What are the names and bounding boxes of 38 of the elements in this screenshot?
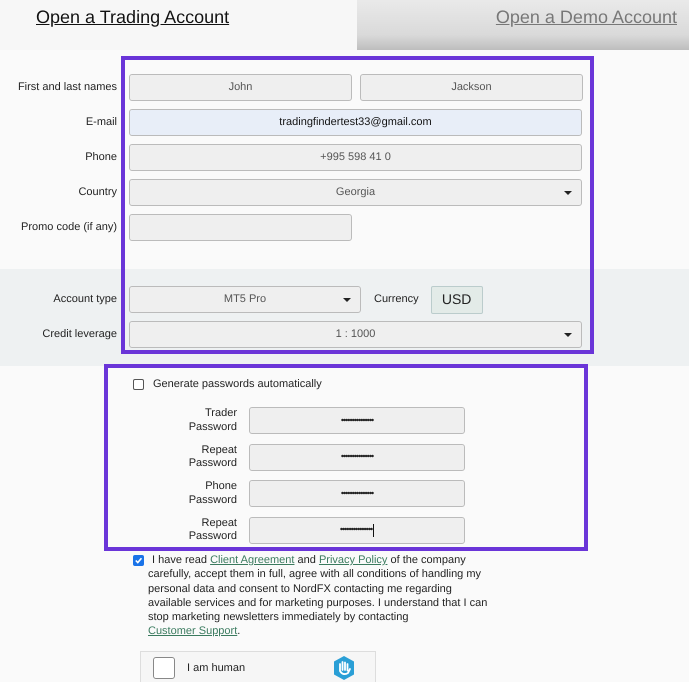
dropdown[interactable]: Georgia: [129, 179, 582, 206]
checkbox[interactable]: [133, 378, 144, 390]
field-label: Country: [77, 186, 117, 200]
caret-icon: [564, 191, 572, 195]
caret-icon: [343, 298, 351, 302]
checkbox[interactable]: [153, 656, 175, 679]
link[interactable]: Client Agreement: [210, 554, 294, 566]
input-field[interactable]: Jackson: [360, 74, 583, 101]
checkbox-label: Generate passwords automatically: [153, 376, 322, 392]
link[interactable]: Customer Support: [148, 625, 238, 638]
link[interactable]: Privacy Policy: [318, 554, 388, 566]
dropdown[interactable]: MT5 Pro: [129, 286, 361, 313]
field-label: Account type: [52, 292, 117, 306]
input-field[interactable]: tradingfindertest33@gmail.com: [129, 109, 582, 136]
field-label: Phone: [84, 150, 117, 164]
field-label: Currency: [374, 292, 419, 308]
input-field[interactable]: +995 598 41 0: [129, 144, 582, 171]
currency-value: USD: [430, 286, 483, 314]
captcha-label: I am human: [187, 660, 246, 676]
field-label: First and last names: [16, 80, 117, 94]
password-field[interactable]: •••••••••••••••: [249, 516, 465, 544]
tab[interactable]: Open a Trading Account: [36, 4, 230, 31]
field-label: Credit leverage: [41, 328, 117, 342]
field-label: Repeat Password: [188, 444, 237, 470]
field-label: E-mail: [84, 116, 117, 130]
dropdown[interactable]: 1 : 1000: [129, 321, 582, 348]
field-label: Trader Password: [188, 407, 237, 434]
field-label: Repeat Password: [188, 516, 237, 544]
password-field[interactable]: •••••••••••••••: [249, 480, 465, 507]
password-field[interactable]: •••••••••••••••: [249, 407, 465, 434]
field-label: Phone Password: [188, 480, 237, 507]
consent-text: I have read Client Agreement and Privacy Policy of the company carefully, accept them in full, agree with all conditions of handling my personal data and consent to NordFX contacting me regarding available services and for marketing purposes. I understand that I can stop marketing newsletters immediately by contacting Customer Support.: [148, 553, 488, 639]
password-field[interactable]: •••••••••••••••: [249, 444, 465, 470]
field-label: Promo code (if any): [20, 220, 117, 234]
input-field[interactable]: [129, 214, 352, 241]
input-field[interactable]: John: [129, 74, 352, 101]
checkbox[interactable]: [133, 555, 144, 566]
caret-icon: [564, 333, 572, 337]
